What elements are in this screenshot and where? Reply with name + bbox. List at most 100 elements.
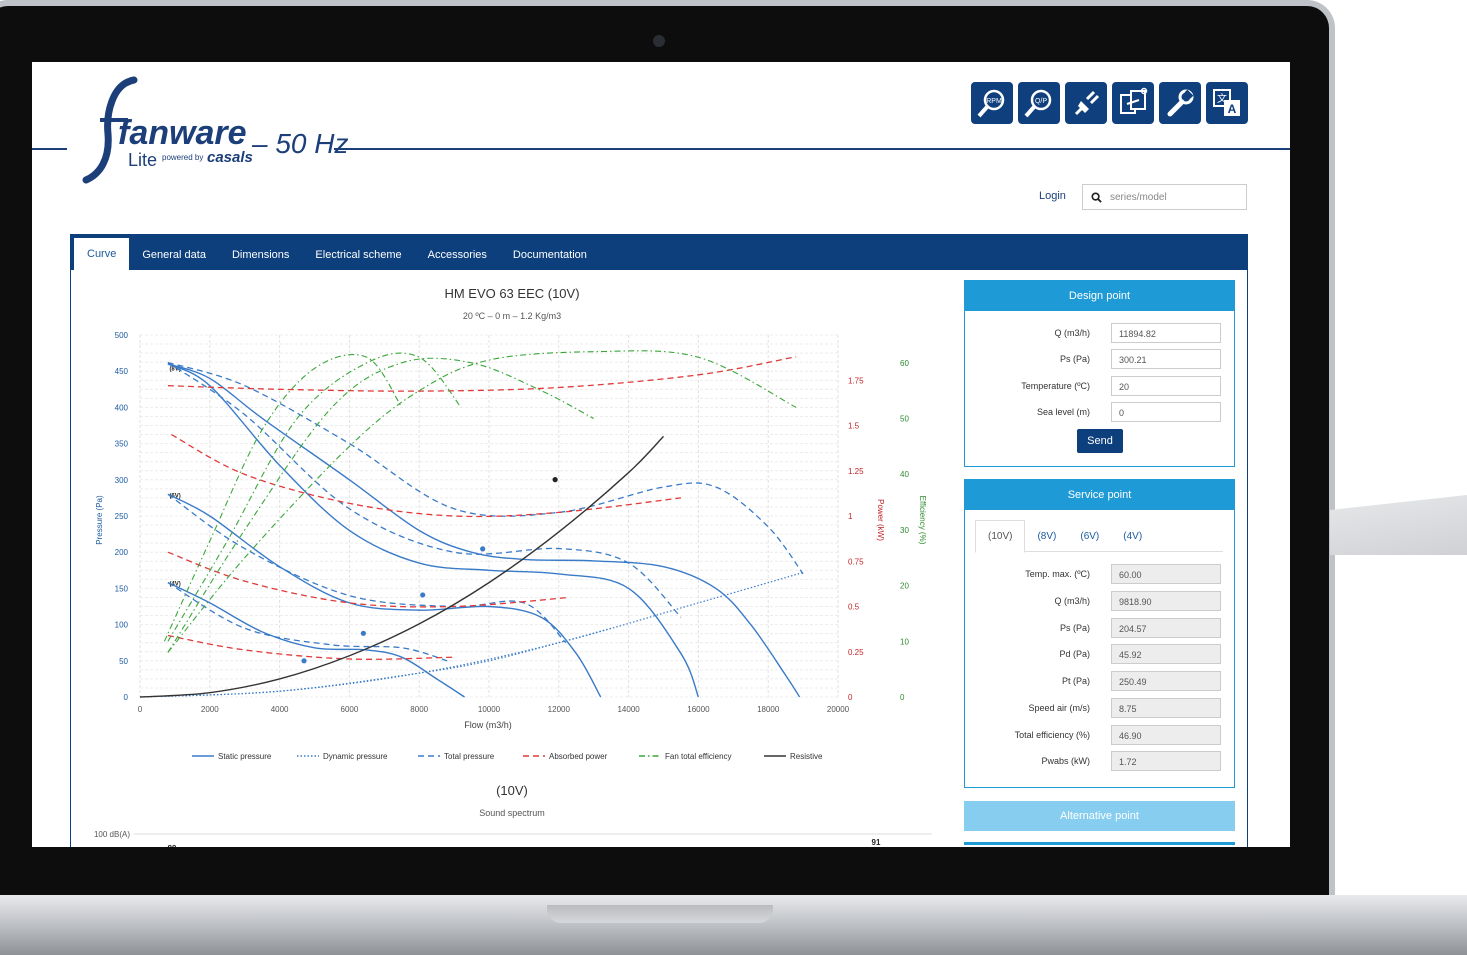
y2-tick-label: 0 <box>848 693 853 702</box>
y-axis-label: Pressure (Pa) <box>95 495 104 545</box>
service-field-pd: Pd (Pa) 45.92 <box>965 644 1236 666</box>
y-tick-label: 50 <box>119 657 128 666</box>
tab-electrical-scheme[interactable]: Electrical scheme <box>302 240 414 270</box>
service-value: 250.49 <box>1111 671 1221 691</box>
voltage-tab-8v[interactable]: (8V) <box>1025 520 1068 552</box>
laptop-notch <box>547 905 773 923</box>
frequency-label: – 50 Hz <box>252 128 349 159</box>
service-field-pt: Pt (Pa) 250.49 <box>965 671 1236 693</box>
design-label-sea-level: Sea level (m) <box>1036 407 1090 417</box>
y3-tick-label: 0 <box>900 693 905 702</box>
service-field-pwabs: Pwabs (kW) 1.72 <box>965 751 1236 773</box>
y-tick-label: 250 <box>115 512 129 521</box>
tab-general-data[interactable]: General data <box>129 240 219 270</box>
x-tick-label: 0 <box>138 705 143 714</box>
design-field-ps: Ps (Pa) 300.21 <box>965 349 1236 371</box>
service-value: 1.72 <box>1111 751 1221 771</box>
series-static-line <box>167 363 700 698</box>
panel-divider <box>964 842 1235 845</box>
service-label: Temp. max. (ºC) <box>1025 569 1090 579</box>
y3-tick-label: 30 <box>900 526 909 535</box>
x-tick-label: 4000 <box>271 705 289 714</box>
logo-wordmark: fanware <box>118 114 247 152</box>
operating-point-marker <box>420 592 426 598</box>
search-box[interactable]: series/model <box>1082 184 1247 210</box>
compare-icon[interactable] <box>1112 82 1154 124</box>
alternative-point-button[interactable]: Alternative point <box>964 801 1235 831</box>
service-field-total-efficiency: Total efficiency (%) 46.90 <box>965 725 1236 747</box>
y-tick-label: 200 <box>115 548 129 557</box>
design-field-temperature: Temperature (ºC) 20 <box>965 376 1236 398</box>
design-point-panel: Design point Q (m3/h) 11894.82 Ps (Pa) 3… <box>964 280 1235 467</box>
x-axis-label: Flow (m3/h) <box>464 720 512 730</box>
design-input-temperature[interactable]: 20 <box>1111 376 1221 396</box>
tab-curve[interactable]: Curve <box>74 238 130 270</box>
y3-axis-label: Efficiency (%) <box>918 496 927 545</box>
y-tick-label: 0 <box>124 693 129 702</box>
y2-tick-label: 1 <box>848 512 853 521</box>
search-rpm-icon[interactable]: RPM <box>971 82 1013 124</box>
design-label-q: Q (m3/h) <box>1054 328 1090 338</box>
chart-subtitle: 20 ºC – 0 m – 1.2 Kg/m3 <box>463 311 561 321</box>
logo-lite: Lite <box>128 150 157 170</box>
sound-value-last: 91 <box>872 838 881 847</box>
app-screen: fanware Lite powered by casals – 50 Hz R… <box>32 62 1290 847</box>
wrench-icon[interactable] <box>1159 82 1201 124</box>
sound-axis-label: 100 dB(A) <box>94 830 130 839</box>
service-point-title: Service point <box>965 480 1234 510</box>
voltage-tab-6v[interactable]: (6V) <box>1068 520 1111 552</box>
service-field-speed-air: Speed air (m/s) 8.75 <box>965 698 1236 720</box>
laptop-base <box>0 895 1467 955</box>
camera <box>653 35 665 47</box>
search-pressure-icon[interactable]: Q/P <box>1018 82 1060 124</box>
service-label: Pwabs (kW) <box>1041 756 1090 766</box>
service-label: Q (m3/h) <box>1054 596 1090 606</box>
search-input[interactable]: series/model <box>1110 192 1167 203</box>
header-rule-right <box>334 148 1290 150</box>
tab-dimensions[interactable]: Dimensions <box>219 240 302 270</box>
service-field-ps: Ps (Pa) 204.57 <box>965 618 1236 640</box>
laptop-lid-edge <box>1330 495 1467 555</box>
series-power-line <box>167 551 570 608</box>
x-tick-label: 10000 <box>478 705 501 714</box>
y-tick-label: 400 <box>115 403 129 412</box>
legend-label: Total pressure <box>444 752 495 761</box>
service-label: Pd (Pa) <box>1059 649 1090 659</box>
design-input-q[interactable]: 11894.82 <box>1111 323 1221 343</box>
y2-tick-label: 1.25 <box>848 467 864 476</box>
logo-powered: powered by <box>162 153 203 162</box>
y3-tick-label: 50 <box>900 415 909 424</box>
service-label: Speed air (m/s) <box>1028 703 1090 713</box>
tab-documentation[interactable]: Documentation <box>500 240 600 270</box>
service-point-panel: Service point (10V) (8V) (6V) (4V) Temp.… <box>964 479 1235 788</box>
series-static-line <box>167 581 465 698</box>
design-point-title: Design point <box>965 281 1234 311</box>
y-tick-label: 500 <box>115 331 129 340</box>
tab-accessories[interactable]: Accessories <box>415 240 500 270</box>
plug-icon[interactable] <box>1065 82 1107 124</box>
y-tick-label: 100 <box>115 621 129 630</box>
main-tabs: Curve General data Dimensions Electrical… <box>70 234 1248 270</box>
voltage-tab-10v[interactable]: (10V) <box>975 520 1026 553</box>
voltage-tab-4v[interactable]: (4V) <box>1111 520 1154 552</box>
x-tick-label: 8000 <box>410 705 428 714</box>
design-input-sea-level[interactable]: 0 <box>1111 402 1221 422</box>
toolbar: RPM Q/P 文A <box>971 82 1248 124</box>
y2-tick-label: 0.25 <box>848 648 864 657</box>
y3-tick-label: 20 <box>900 582 909 591</box>
service-value: 60.00 <box>1111 564 1221 584</box>
operating-point-marker <box>360 630 366 636</box>
operating-point-marker <box>301 658 307 664</box>
search-icon <box>1091 191 1102 203</box>
send-button[interactable]: Send <box>1077 429 1123 453</box>
series-dynamic-line <box>139 627 612 698</box>
x-tick-label: 6000 <box>341 705 359 714</box>
y-tick-label: 450 <box>115 367 129 376</box>
translate-icon[interactable]: 文A <box>1206 82 1248 124</box>
login-link[interactable]: Login <box>1039 190 1066 202</box>
y-tick-label: 350 <box>115 440 129 449</box>
svg-text:Q/P: Q/P <box>1035 98 1047 105</box>
logo-maker: casals <box>207 149 253 166</box>
service-value: 204.57 <box>1111 618 1221 638</box>
design-input-ps[interactable]: 300.21 <box>1111 349 1221 369</box>
